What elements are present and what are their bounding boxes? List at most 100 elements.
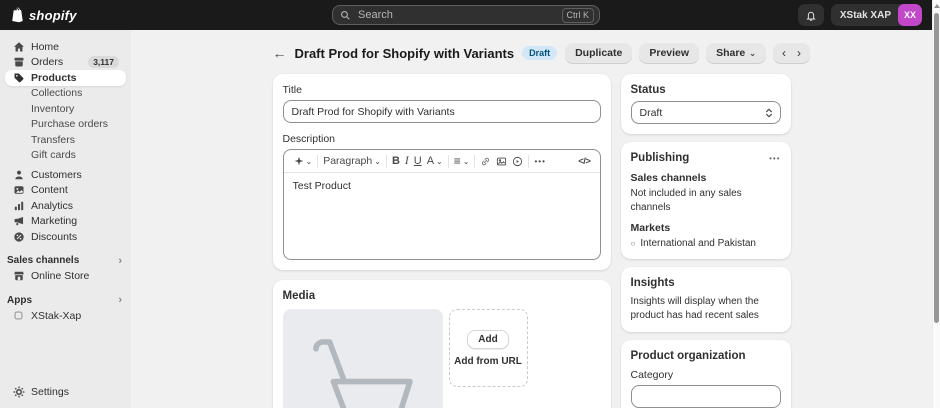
description-label: Description [283, 133, 601, 145]
sidebar-item-label: Analytics [31, 200, 73, 212]
sidebar-item-label: Online Store [31, 270, 89, 282]
underline-button[interactable]: U [414, 155, 422, 167]
media-thumbnail[interactable] [283, 309, 443, 408]
sidebar-item-discounts[interactable]: Discounts [5, 229, 126, 245]
publishing-card: Publishing ••• Sales channels Not includ… [621, 142, 791, 259]
sidebar-item-label: Gift cards [31, 149, 76, 161]
sidebar-item-collections[interactable]: Collections [5, 86, 126, 102]
search-input[interactable] [356, 8, 557, 22]
sidebar-item-online-store[interactable]: Online Store [5, 269, 126, 285]
page-scrollbar[interactable] [932, 0, 940, 408]
preview-button[interactable]: Preview [639, 43, 699, 64]
sidebar-item-xstak-xap[interactable]: XStak-Xap [5, 308, 126, 324]
product-organization-heading: Product organization [631, 350, 781, 362]
alignment-dropdown[interactable]: ≡ ⌄ [454, 154, 470, 168]
status-badge: Draft [522, 46, 557, 60]
shopify-bag-icon [10, 7, 25, 23]
sidebar-section-apps[interactable]: Apps › [5, 292, 126, 308]
show-html-button[interactable]: </> [578, 156, 594, 167]
discount-icon [12, 231, 25, 243]
sidebar-item-label: Inventory [31, 103, 74, 115]
status-select[interactable]: Draft [631, 101, 781, 124]
sidebar-item-marketing[interactable]: Marketing [5, 214, 126, 230]
page-title: Draft Prod for Shopify with Variants [295, 46, 515, 61]
person-icon [12, 169, 25, 181]
italic-button[interactable]: I [405, 155, 409, 167]
more-formatting-button[interactable]: ••• [534, 157, 545, 166]
sidebar-item-analytics[interactable]: Analytics [5, 198, 126, 214]
home-icon [12, 41, 25, 53]
sidebar: Home Orders 3,117 Products Collections I… [0, 30, 131, 408]
page-header: ← Draft Prod for Shopify with Variants D… [273, 42, 791, 64]
sidebar-item-orders[interactable]: Orders 3,117 [5, 55, 126, 71]
sidebar-item-label: Discounts [31, 231, 77, 243]
duplicate-button[interactable]: Duplicate [565, 43, 632, 64]
bold-button[interactable]: B [392, 155, 400, 167]
sidebar-item-label: XStak-Xap [31, 310, 81, 322]
sidebar-item-inventory[interactable]: Inventory [5, 101, 126, 117]
section-label: Sales channels [7, 255, 79, 266]
insert-link-button[interactable] [480, 156, 491, 167]
next-product-button[interactable]: › [797, 47, 801, 59]
category-input[interactable] [631, 385, 781, 408]
sidebar-item-transfers[interactable]: Transfers [5, 132, 126, 148]
sidebar-section-sales-channels[interactable]: Sales channels › [5, 253, 126, 269]
markets-row: ○ International and Pakistan [631, 238, 781, 249]
title-input[interactable] [283, 100, 601, 123]
paragraph-style-dropdown[interactable]: Paragraph ⌄ [323, 155, 381, 167]
insert-video-button[interactable] [512, 156, 523, 167]
sidebar-item-content[interactable]: Content [5, 183, 126, 199]
search-shortcut-hint: Ctrl K [562, 8, 595, 23]
media-heading: Media [283, 290, 601, 302]
magic-ai-button[interactable]: ⌄ [294, 156, 313, 166]
more-options-icon[interactable]: ••• [769, 154, 780, 163]
shopify-wordmark: shopify [29, 8, 77, 23]
sidebar-item-label: Purchase orders [31, 118, 108, 130]
chevron-down-icon: ⌄ [749, 49, 756, 58]
section-label: Apps [7, 295, 32, 306]
button-label: Preview [649, 47, 689, 59]
previous-product-button[interactable]: ‹ [782, 47, 786, 59]
back-button[interactable]: ← [273, 46, 287, 60]
sidebar-item-customers[interactable]: Customers [5, 167, 126, 183]
sidebar-item-label: Orders [31, 56, 63, 68]
sidebar-item-products[interactable]: Products [5, 70, 126, 86]
chevron-down-icon: ⌄ [463, 157, 470, 166]
sidebar-item-label: Collections [31, 87, 82, 99]
sidebar-item-label: Content [31, 184, 68, 196]
storefront-icon [12, 270, 25, 282]
notifications-button[interactable] [798, 4, 824, 26]
sales-channels-label: Sales channels [631, 172, 781, 184]
bar-chart-icon [12, 200, 25, 212]
align-left-icon: ≡ [454, 154, 461, 168]
media-upload-dropzone[interactable]: Add Add from URL [449, 309, 528, 387]
text-color-button[interactable]: A ⌄ [427, 155, 443, 167]
insert-image-button[interactable] [496, 156, 507, 167]
add-media-button[interactable]: Add [467, 330, 508, 349]
sidebar-item-purchase-orders[interactable]: Purchase orders [5, 117, 126, 133]
product-details-card: Title Description ⌄ [273, 74, 611, 270]
content-icon [12, 184, 25, 196]
shopify-logo[interactable]: shopify [0, 7, 77, 23]
scroll-up-arrow-icon[interactable] [934, 4, 940, 8]
scrollbar-thumb[interactable] [934, 13, 939, 323]
sidebar-item-home[interactable]: Home [5, 39, 126, 55]
account-menu[interactable]: XStak XAP XX [831, 4, 922, 26]
insights-card: Insights Insights will display when the … [621, 267, 791, 332]
status-value: Draft [640, 107, 663, 119]
sidebar-item-label: Home [31, 41, 59, 53]
bell-icon [805, 9, 817, 22]
megaphone-icon [12, 215, 25, 227]
markets-label: Markets [631, 222, 781, 234]
insights-text: Insights will display when the product h… [631, 295, 781, 322]
sidebar-item-gift-cards[interactable]: Gift cards [5, 148, 126, 164]
sidebar-item-label: Marketing [31, 215, 77, 227]
global-search[interactable]: Ctrl K [332, 5, 600, 25]
markets-value: International and Pakistan [640, 238, 756, 249]
description-input[interactable]: Test Product [284, 173, 600, 259]
chevron-down-icon: ⌄ [306, 157, 313, 166]
sidebar-item-settings[interactable]: Settings [5, 385, 126, 401]
add-from-url-button[interactable]: Add from URL [454, 356, 522, 367]
share-button[interactable]: Share ⌄ [706, 43, 766, 64]
button-label: Duplicate [575, 47, 622, 59]
